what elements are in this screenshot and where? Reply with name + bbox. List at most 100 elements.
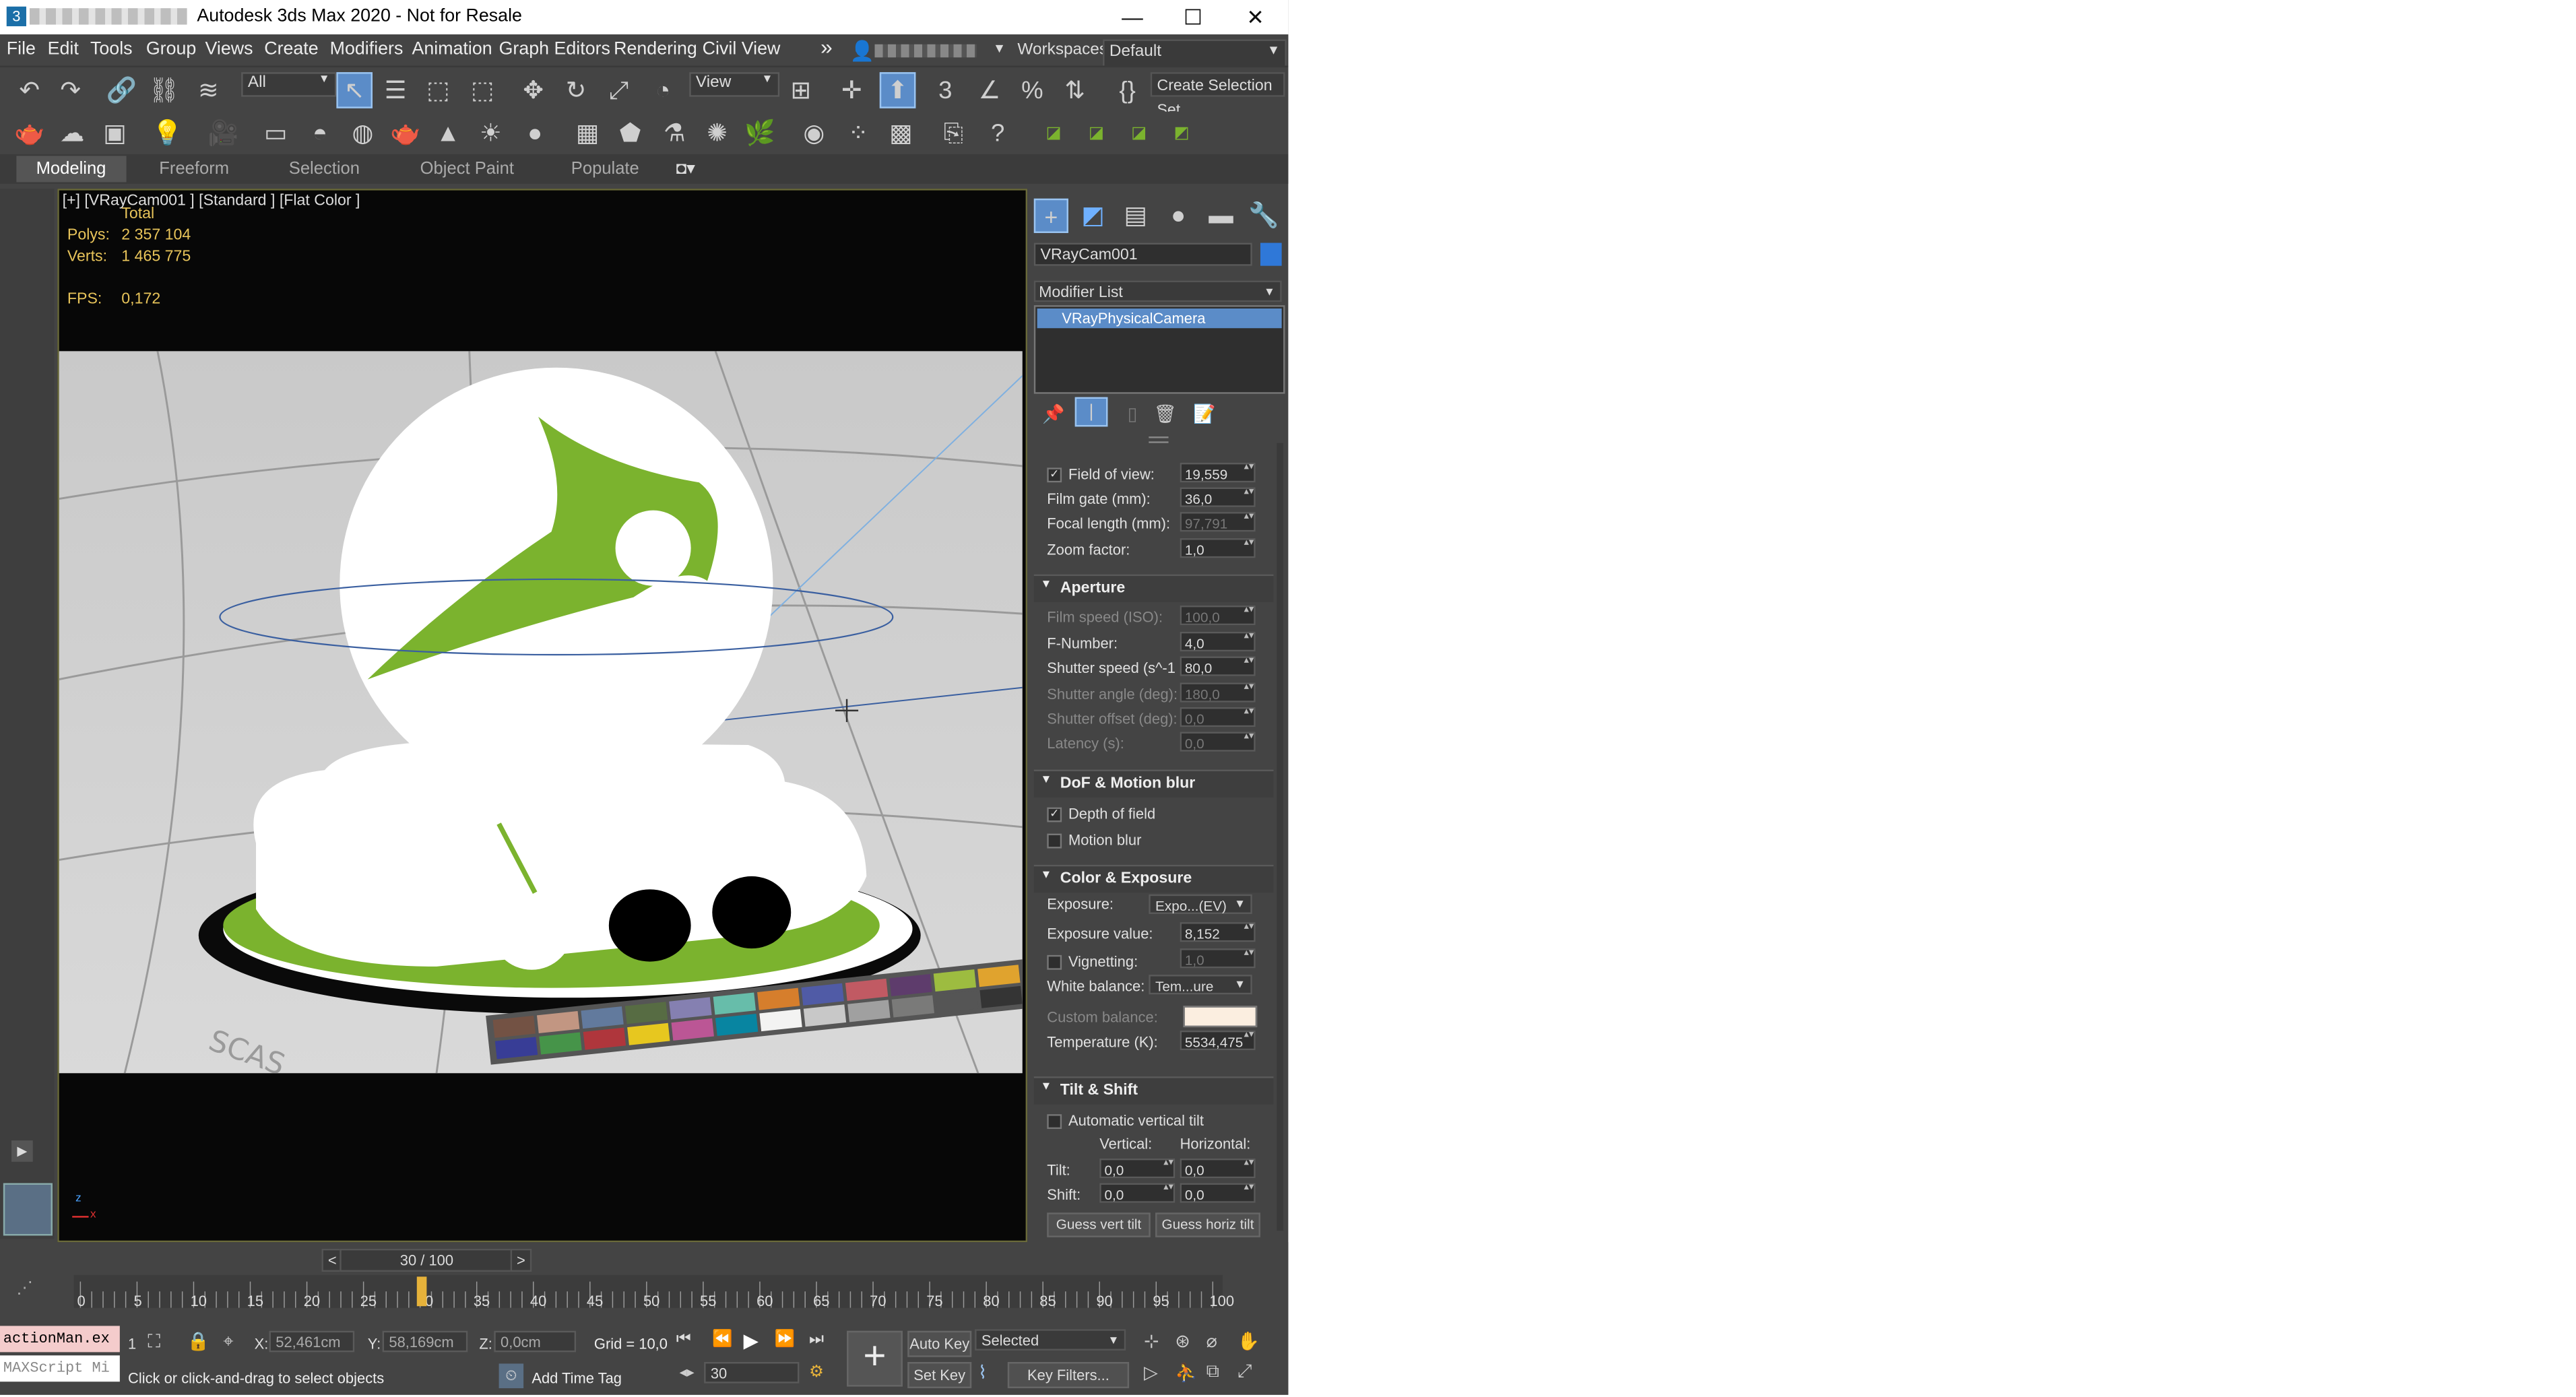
- window-crossing-icon[interactable]: ⬚: [466, 74, 499, 107]
- plane-light-icon[interactable]: ▭: [259, 117, 292, 150]
- edit-named-selection-icon[interactable]: {}: [1111, 74, 1144, 107]
- film-speed-spinner[interactable]: 100,0: [1180, 605, 1256, 626]
- aperture-rollout[interactable]: ▼ Aperture: [1033, 574, 1274, 603]
- pan-icon[interactable]: ✋: [1237, 1331, 1260, 1352]
- isolate-selection-icon[interactable]: ⛶: [148, 1332, 160, 1354]
- custom-balance-swatch[interactable]: [1183, 1006, 1258, 1028]
- vignetting-spinner[interactable]: 1,0: [1180, 948, 1256, 969]
- z-coordinate-field[interactable]: 0,0cm: [494, 1330, 577, 1353]
- temperature-spinner[interactable]: 5534,475: [1180, 1030, 1256, 1051]
- pin-stack-icon[interactable]: 📌: [1037, 397, 1070, 430]
- current-frame-field[interactable]: 30: [704, 1362, 800, 1384]
- drag-handle[interactable]: [1149, 436, 1169, 443]
- layer-icon-4[interactable]: ◩: [1165, 117, 1198, 150]
- proxy-icon[interactable]: ⬟: [614, 117, 647, 150]
- show-end-result-icon[interactable]: |: [1074, 397, 1108, 427]
- reference-coordinate-dropdown[interactable]: View ▼: [689, 72, 780, 97]
- stack-item[interactable]: VRayPhysicalCamera: [1037, 308, 1282, 329]
- menu-create[interactable]: Create: [264, 39, 318, 59]
- create-selection-set-field[interactable]: Create Selection Set: [1150, 72, 1285, 120]
- maxscript-listener-line1[interactable]: actionMan.ex: [0, 1326, 120, 1353]
- motion-blur-checkbox[interactable]: [1047, 833, 1062, 849]
- camera-icon[interactable]: 🎥: [207, 117, 240, 150]
- auto-key-button[interactable]: Auto Key: [907, 1330, 972, 1357]
- tilt-vertical-spinner[interactable]: 0,0: [1099, 1158, 1176, 1179]
- play-icon[interactable]: ▶: [744, 1329, 759, 1352]
- focal-length-spinner[interactable]: 97,791: [1180, 512, 1256, 532]
- unlink-icon[interactable]: ⛓: [148, 74, 181, 107]
- go-to-start-icon[interactable]: ⏮: [676, 1331, 691, 1349]
- guess-horiz-tilt-button[interactable]: Guess horiz tilt: [1155, 1212, 1260, 1237]
- menu-rendering[interactable]: Rendering: [614, 39, 697, 59]
- tab-freeform[interactable]: Freeform: [159, 159, 229, 178]
- utilities-tab-icon[interactable]: 🔧: [1247, 199, 1280, 232]
- object-name-field[interactable]: VRayCam001: [1033, 242, 1252, 266]
- guess-vert-tilt-button[interactable]: Guess vert tilt: [1047, 1212, 1151, 1237]
- latency-spinner[interactable]: 0,0: [1180, 732, 1256, 752]
- tab-selection[interactable]: Selection: [289, 159, 360, 178]
- auto-vertical-checkbox[interactable]: [1047, 1114, 1062, 1130]
- dof-rollout[interactable]: ▼ DoF & Motion blur: [1033, 769, 1274, 798]
- scale-icon[interactable]: ⤢: [602, 74, 635, 107]
- user-account-icon[interactable]: 👤: [850, 39, 874, 62]
- time-tag-icon[interactable]: ⏲: [498, 1363, 524, 1388]
- exposure-value-spinner[interactable]: 8,152: [1180, 922, 1256, 942]
- key-selection-dropdown[interactable]: Selected ▼: [975, 1329, 1126, 1351]
- modifier-list-dropdown[interactable]: Modifier List ▼: [1033, 280, 1282, 302]
- plant-icon[interactable]: 🌿: [744, 117, 777, 150]
- fur-icon[interactable]: ▦: [571, 117, 604, 150]
- render-frame-icon[interactable]: ▣: [98, 117, 131, 150]
- menu-modifiers[interactable]: Modifiers: [330, 39, 404, 59]
- workspace-select[interactable]: Default ▼: [1103, 39, 1287, 67]
- menu-overflow-icon[interactable]: »: [820, 34, 833, 59]
- select-by-name-icon[interactable]: ☰: [379, 74, 412, 107]
- render-region[interactable]: SCAS: [59, 351, 1023, 1074]
- y-coordinate-field[interactable]: 58,169cm: [382, 1330, 468, 1353]
- undo-icon[interactable]: ↶: [13, 74, 46, 107]
- cloud-icon[interactable]: ☁: [56, 117, 89, 150]
- maximize-button[interactable]: ☐: [1169, 3, 1218, 31]
- remove-modifier-icon[interactable]: 🗑: [1149, 397, 1182, 430]
- select-manipulate-icon[interactable]: ✛: [835, 74, 868, 107]
- field-of-view-icon[interactable]: ⌀: [1206, 1331, 1217, 1352]
- material-editor-icon[interactable]: ▩: [884, 117, 917, 150]
- shutter-speed-spinner[interactable]: 80,0: [1180, 656, 1256, 676]
- rotate-icon[interactable]: ↻: [560, 74, 593, 107]
- go-to-end-icon[interactable]: ⏭: [809, 1331, 824, 1349]
- white-balance-dropdown[interactable]: Tem...ure ▼: [1149, 975, 1252, 995]
- close-button[interactable]: ✕: [1231, 3, 1280, 31]
- tab-populate[interactable]: Populate: [571, 159, 639, 178]
- tilt-horizontal-spinner[interactable]: 0,0: [1180, 1158, 1256, 1179]
- link-icon[interactable]: 🔗: [105, 74, 138, 107]
- light-lister-icon[interactable]: 💡: [151, 117, 184, 150]
- color-exposure-rollout[interactable]: ▼ Color & Exposure: [1033, 864, 1274, 893]
- help-icon[interactable]: ?: [981, 117, 1015, 150]
- fov-checkbox[interactable]: ✓: [1047, 467, 1062, 483]
- menu-views[interactable]: Views: [205, 39, 253, 59]
- x-coordinate-field[interactable]: 52,461cm: [269, 1330, 355, 1353]
- create-tab-icon[interactable]: +: [1033, 198, 1068, 233]
- time-configuration-icon[interactable]: ⚙: [809, 1363, 824, 1382]
- menu-edit[interactable]: Edit: [48, 39, 79, 59]
- command-panel-scrollbar[interactable]: [1277, 443, 1284, 1231]
- zoom-icon[interactable]: ⊹: [1144, 1331, 1159, 1352]
- menu-file[interactable]: File: [7, 39, 36, 59]
- key-filters-button[interactable]: Key Filters...: [1007, 1362, 1130, 1388]
- zoom-all-icon[interactable]: ⊛: [1175, 1331, 1190, 1352]
- previous-frame-icon[interactable]: ⏪: [712, 1331, 732, 1349]
- motion-tab-icon[interactable]: ●: [1162, 199, 1195, 232]
- key-tangents-icon[interactable]: ⌇: [978, 1362, 987, 1383]
- sphere-light-icon[interactable]: ◍: [346, 117, 379, 150]
- spinner-snap-icon[interactable]: ⇅: [1058, 74, 1091, 107]
- minimize-button[interactable]: —: [1107, 3, 1157, 31]
- pivot-center-icon[interactable]: ⊞: [784, 74, 817, 107]
- layer-icon-3[interactable]: ◪: [1122, 117, 1155, 150]
- material-ball-icon[interactable]: ◉: [798, 117, 831, 150]
- menu-animation[interactable]: Animation: [412, 39, 492, 59]
- layer-icon-2[interactable]: ◪: [1080, 117, 1113, 150]
- object-color-swatch[interactable]: [1260, 242, 1282, 266]
- menu-civil-view[interactable]: Civil View: [703, 39, 781, 59]
- shift-horizontal-spinner[interactable]: 0,0: [1180, 1183, 1256, 1203]
- zoom-factor-spinner[interactable]: 1,0: [1180, 538, 1256, 558]
- layer-icon-1[interactable]: ◪: [1037, 117, 1070, 150]
